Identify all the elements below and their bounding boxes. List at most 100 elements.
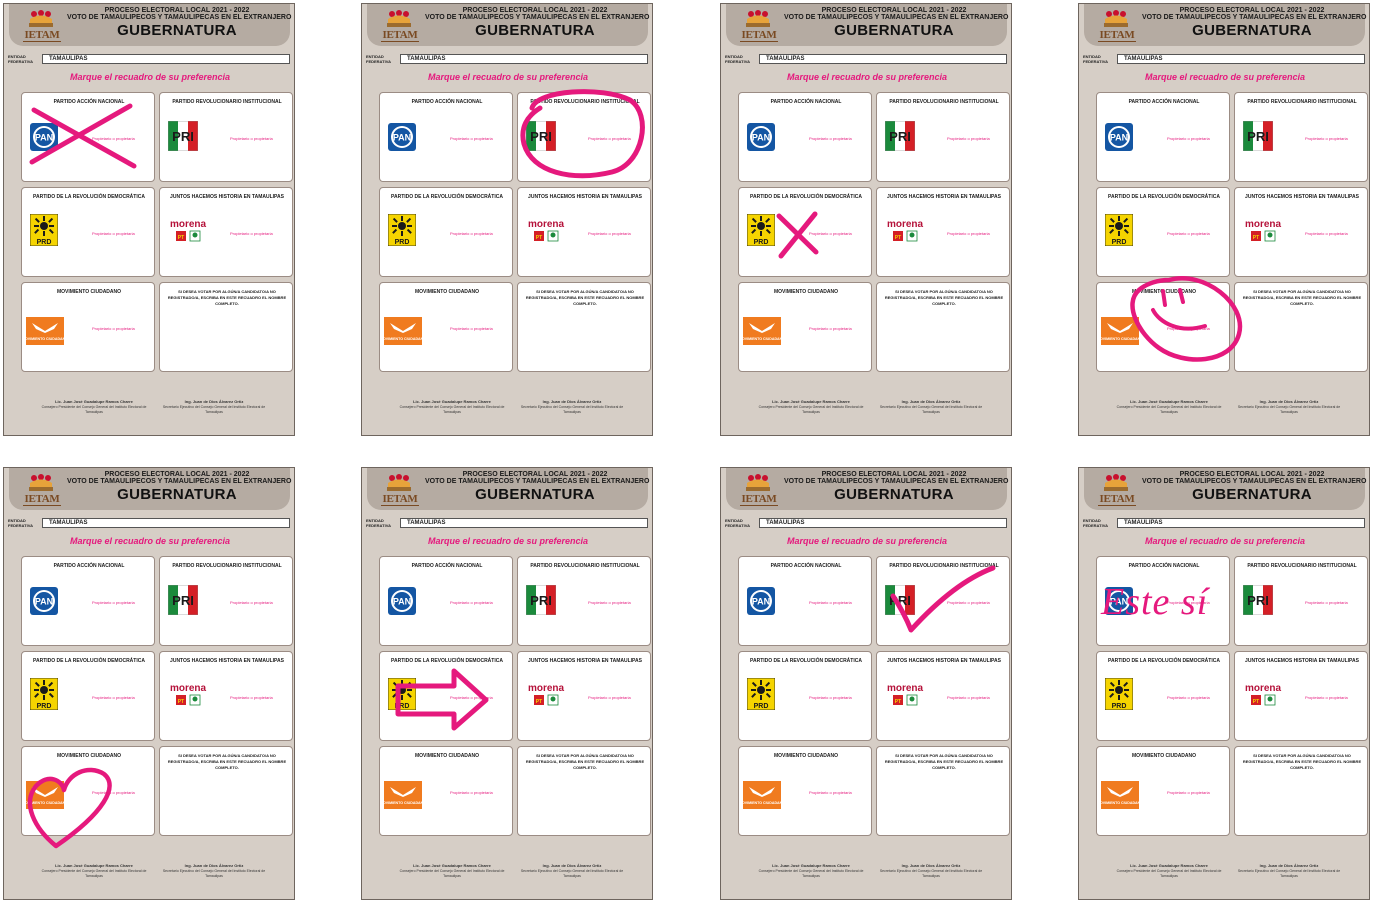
ballot-header: IETAM PROCESO ELECTORAL LOCAL 2021 - 202… (367, 468, 649, 510)
party-box-mc[interactable]: MOVIMIENTO CIUDADANO MOVIMIENTO CIUDADAN… (738, 746, 872, 836)
signature2-name: Ing. Juan de Dios Álvarez Ortiz (1259, 399, 1319, 404)
party-box-morena[interactable]: JUNTOS HACEMOS HISTORIA EN TAMAULIPAS mo… (159, 651, 293, 741)
write-in-box[interactable]: SI DESEA VOTAR POR ALGÚN/A CANDIDATO/A N… (517, 282, 651, 372)
party-box-pan[interactable]: PARTIDO ACCIÓN NACIONAL PAN Propietario … (1096, 92, 1230, 182)
party-box-mc[interactable]: MOVIMIENTO CIUDADANO MOVIMIENTO CIUDADAN… (21, 282, 155, 372)
party-box-pan[interactable]: PARTIDO ACCIÓN NACIONAL PAN Propietario … (21, 92, 155, 182)
prd-logo-icon: PRD (388, 678, 416, 710)
signature2-name: Ing. Juan de Dios Álvarez Ortiz (542, 399, 602, 404)
party-box-mc[interactable]: MOVIMIENTO CIUDADANO MOVIMIENTO CIUDADAN… (379, 282, 513, 372)
candidate-placeholder: Propietario o propietaria (809, 231, 852, 236)
party-box-pri[interactable]: PARTIDO REVOLUCIONARIO INSTITUCIONAL PRI… (1234, 556, 1368, 646)
party-box-morena[interactable]: JUNTOS HACEMOS HISTORIA EN TAMAULIPAS mo… (876, 651, 1010, 741)
pan-logo-text: PAN (393, 133, 411, 143)
ballot-title-main: GUBERNATURA (117, 22, 237, 39)
party-box-pan[interactable]: PARTIDO ACCIÓN NACIONAL PAN Propietario … (379, 92, 513, 182)
entity-label: ENTIDAD FEDERATIVA (1083, 54, 1108, 64)
signature1-role: Consejero Presidente del Consejo General… (1116, 869, 1222, 878)
party-name-pri: PARTIDO REVOLUCIONARIO INSTITUCIONAL (1247, 563, 1357, 569)
party-box-prd[interactable]: PARTIDO DE LA REVOLUCIÓN DEMOCRÁTICA PRD… (21, 187, 155, 277)
candidate-placeholder: Propietario o propietaria (230, 136, 273, 141)
signature-block-2: Ing. Juan de Dios Álvarez Ortiz Secretar… (871, 399, 991, 415)
party-box-pan[interactable]: PARTIDO ACCIÓN NACIONAL PAN Propietario … (21, 556, 155, 646)
ietam-logo-text: IETAM (24, 493, 60, 505)
candidate-placeholder: Propietario o propietaria (809, 790, 852, 795)
party-box-prd[interactable]: PARTIDO DE LA REVOLUCIÓN DEMOCRÁTICA PRD… (1096, 651, 1230, 741)
party-box-pan[interactable]: PARTIDO ACCIÓN NACIONAL PAN Propietario … (738, 556, 872, 646)
ballot-title-main: GUBERNATURA (475, 22, 595, 39)
mc-logo-icon: MOVIMIENTO CIUDADANO (743, 781, 781, 809)
party-box-pan[interactable]: PARTIDO ACCIÓN NACIONAL PAN Propietario … (379, 556, 513, 646)
party-box-pri[interactable]: PARTIDO REVOLUCIONARIO INSTITUCIONAL PRI… (159, 92, 293, 182)
party-box-mc[interactable]: MOVIMIENTO CIUDADANO MOVIMIENTO CIUDADAN… (1096, 282, 1230, 372)
party-name-pri: PARTIDO REVOLUCIONARIO INSTITUCIONAL (1247, 99, 1357, 105)
pt-logo-text: PT (178, 699, 184, 705)
party-box-pri[interactable]: PARTIDO REVOLUCIONARIO INSTITUCIONAL PRI… (517, 556, 651, 646)
morena-logo-text: morena (887, 219, 924, 230)
write-in-box[interactable]: SI DESEA VOTAR POR ALGÚN/A CANDIDATO/A N… (159, 282, 293, 372)
party-box-morena[interactable]: JUNTOS HACEMOS HISTORIA EN TAMAULIPAS mo… (1234, 187, 1368, 277)
party-box-pri[interactable]: PARTIDO REVOLUCIONARIO INSTITUCIONAL PRI… (876, 92, 1010, 182)
ietam-logo: IETAM (379, 474, 421, 508)
party-box-prd[interactable]: PARTIDO DE LA REVOLUCIÓN DEMOCRÁTICA PRD… (1096, 187, 1230, 277)
party-box-mc[interactable]: MOVIMIENTO CIUDADANO MOVIMIENTO CIUDADAN… (738, 282, 872, 372)
party-box-morena[interactable]: JUNTOS HACEMOS HISTORIA EN TAMAULIPAS mo… (1234, 651, 1368, 741)
prd-logo-icon: PRD (30, 214, 58, 246)
signature2-name: Ing. Juan de Dios Álvarez Ortiz (542, 863, 602, 868)
party-name-pan: PARTIDO ACCIÓN NACIONAL (411, 563, 483, 569)
signature-block-1: Lic. Juan José Guadalupe Ramos Charre Co… (392, 863, 512, 879)
pt-logo-text: PT (1253, 699, 1259, 705)
entity-value: TAMAULIPAS (766, 520, 805, 526)
signature-block-1: Lic. Juan José Guadalupe Ramos Charre Co… (34, 399, 154, 415)
party-box-mc[interactable]: MOVIMIENTO CIUDADANO MOVIMIENTO CIUDADAN… (379, 746, 513, 836)
pri-logo-text: PRI (889, 593, 911, 608)
party-box-pri[interactable]: PARTIDO REVOLUCIONARIO INSTITUCIONAL PRI… (517, 92, 651, 182)
party-name-pan: PARTIDO ACCIÓN NACIONAL (53, 563, 125, 569)
ietam-logo: IETAM (1096, 10, 1138, 44)
party-name-morena: JUNTOS HACEMOS HISTORIA EN TAMAULIPAS (170, 658, 284, 664)
party-box-mc[interactable]: MOVIMIENTO CIUDADANO MOVIMIENTO CIUDADAN… (1096, 746, 1230, 836)
candidate-placeholder: Propietario o propietaria (1167, 136, 1210, 141)
party-box-prd[interactable]: PARTIDO DE LA REVOLUCIÓN DEMOCRÁTICA PRD… (21, 651, 155, 741)
party-name-mc: MOVIMIENTO CIUDADANO (414, 289, 480, 295)
candidate-placeholder: Propietario o propietaria (1167, 695, 1210, 700)
party-box-pri[interactable]: PARTIDO REVOLUCIONARIO INSTITUCIONAL PRI… (159, 556, 293, 646)
party-box-pan[interactable]: PARTIDO ACCIÓN NACIONAL PAN Propietario … (738, 92, 872, 182)
write-in-instruction: SI DESEA VOTAR POR ALGÚN/A CANDIDATO/A N… (884, 753, 1004, 770)
party-box-prd[interactable]: PARTIDO DE LA REVOLUCIÓN DEMOCRÁTICA PRD… (379, 187, 513, 277)
write-in-box[interactable]: SI DESEA VOTAR POR ALGÚN/A CANDIDATO/A N… (876, 746, 1010, 836)
party-box-mc[interactable]: MOVIMIENTO CIUDADANO MOVIMIENTO CIUDADAN… (21, 746, 155, 836)
entity-label: ENTIDAD FEDERATIVA (366, 518, 391, 528)
ballot-title-main: GUBERNATURA (834, 22, 954, 39)
party-box-prd[interactable]: PARTIDO DE LA REVOLUCIÓN DEMOCRÁTICA PRD… (379, 651, 513, 741)
signature1-name: Lic. Juan José Guadalupe Ramos Charre (772, 399, 850, 404)
write-in-box[interactable]: SI DESEA VOTAR POR ALGÚN/A CANDIDATO/A N… (159, 746, 293, 836)
party-name-prd: PARTIDO DE LA REVOLUCIÓN DEMOCRÁTICA (1108, 194, 1220, 200)
signature2-role: Secretario Ejecutivo del Consejo General… (879, 869, 983, 878)
party-box-prd[interactable]: PARTIDO DE LA REVOLUCIÓN DEMOCRÁTICA PRD… (738, 187, 872, 277)
ballot-title-line2: VOTO DE TAMAULIPECOS Y TAMAULIPECAS EN E… (67, 478, 292, 485)
write-in-instruction: SI DESEA VOTAR POR ALGÚN/A CANDIDATO/A N… (525, 289, 645, 306)
write-in-box[interactable]: SI DESEA VOTAR POR ALGÚN/A CANDIDATO/A N… (1234, 746, 1368, 836)
party-box-prd[interactable]: PARTIDO DE LA REVOLUCIÓN DEMOCRÁTICA PRD… (738, 651, 872, 741)
morena-logo-text: morena (1245, 683, 1282, 694)
party-box-pri[interactable]: PARTIDO REVOLUCIONARIO INSTITUCIONAL PRI… (1234, 92, 1368, 182)
write-in-box[interactable]: SI DESEA VOTAR POR ALGÚN/A CANDIDATO/A N… (876, 282, 1010, 372)
signature2-role: Secretario Ejecutivo del Consejo General… (1237, 405, 1341, 414)
entity-label: ENTIDAD FEDERATIVA (725, 518, 750, 528)
party-name-prd: PARTIDO DE LA REVOLUCIÓN DEMOCRÁTICA (33, 194, 145, 200)
party-box-pri[interactable]: PARTIDO REVOLUCIONARIO INSTITUCIONAL PRI… (876, 556, 1010, 646)
write-in-box[interactable]: SI DESEA VOTAR POR ALGÚN/A CANDIDATO/A N… (517, 746, 651, 836)
candidate-placeholder: Propietario o propietaria (1305, 695, 1348, 700)
party-box-morena[interactable]: JUNTOS HACEMOS HISTORIA EN TAMAULIPAS mo… (517, 651, 651, 741)
pan-logo-icon: PAN (388, 587, 416, 615)
party-box-morena[interactable]: JUNTOS HACEMOS HISTORIA EN TAMAULIPAS mo… (876, 187, 1010, 277)
party-box-morena[interactable]: JUNTOS HACEMOS HISTORIA EN TAMAULIPAS mo… (159, 187, 293, 277)
signature-block-1: Lic. Juan José Guadalupe Ramos Charre Co… (751, 863, 871, 879)
mc-logo-icon: MOVIMIENTO CIUDADANO (384, 781, 422, 809)
signature2-name: Ing. Juan de Dios Álvarez Ortiz (1259, 863, 1319, 868)
signature1-name: Lic. Juan José Guadalupe Ramos Charre (1130, 399, 1208, 404)
write-in-box[interactable]: SI DESEA VOTAR POR ALGÚN/A CANDIDATO/A N… (1234, 282, 1368, 372)
ballot-sample: IETAM PROCESO ELECTORAL LOCAL 2021 - 202… (361, 3, 653, 436)
party-box-morena[interactable]: JUNTOS HACEMOS HISTORIA EN TAMAULIPAS mo… (517, 187, 651, 277)
